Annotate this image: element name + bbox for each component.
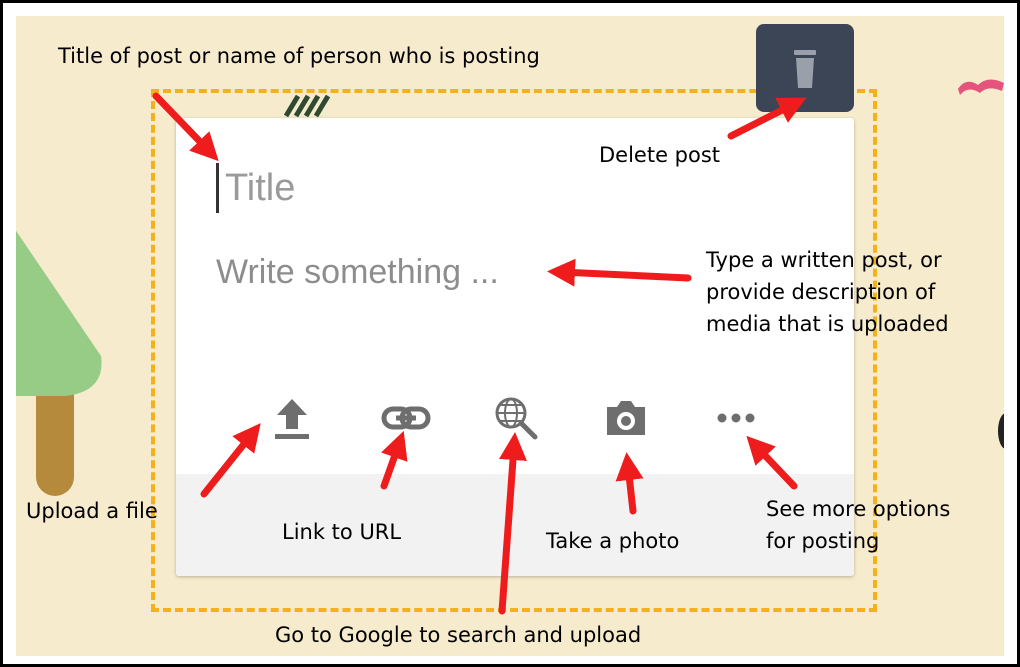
arrow-title [152,92,219,162]
arrow-write [547,258,692,287]
annotation-arrows [152,92,807,615]
screenshot-frame: Title of post or name of person who is p… [0,0,1020,667]
arrow-photo [615,452,644,515]
arrow-google [498,432,527,615]
arrow-upload [200,423,261,498]
arrow-delete [727,97,807,140]
arrow-link [380,430,408,490]
padlet-board-background: Title of post or name of person who is p… [16,16,1004,656]
arrow-more [746,435,798,490]
